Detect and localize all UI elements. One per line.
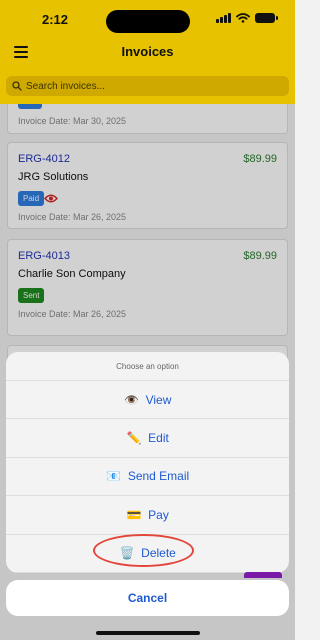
pay-button[interactable]: 💳 Pay	[6, 496, 289, 535]
view-button[interactable]: 👁️ View	[6, 381, 289, 420]
edit-label: Edit	[148, 431, 169, 446]
battery-icon	[255, 13, 278, 23]
send-email-button[interactable]: 📧 Send Email	[6, 458, 289, 497]
credit-card-icon: 💳	[126, 507, 142, 522]
wifi-icon	[236, 13, 250, 23]
page-title: Invoices	[121, 44, 174, 59]
search-bar[interactable]	[6, 76, 289, 96]
view-label: View	[145, 392, 172, 407]
nav-bar: Invoices	[0, 38, 295, 68]
search-input[interactable]	[26, 80, 276, 92]
pencil-icon: ✏️	[126, 431, 142, 446]
app-header: 2:12 Invoices	[0, 0, 295, 104]
edit-button[interactable]: ✏️ Edit	[6, 419, 289, 458]
send-email-label: Send Email	[127, 469, 190, 484]
floating-action-button[interactable]	[244, 572, 282, 578]
system-icons	[216, 13, 278, 23]
home-indicator	[96, 631, 200, 635]
action-sheet: Choose an option 👁️ View ✏️ Edit 📧 Send …	[6, 352, 289, 573]
status-bar: 2:12	[0, 0, 295, 40]
trash-icon: 🗑️	[119, 546, 135, 561]
status-time: 2:12	[42, 12, 69, 27]
eye-icon: 👁️	[124, 392, 140, 407]
action-sheet-title: Choose an option	[6, 352, 289, 381]
cancel-button[interactable]: Cancel	[6, 580, 289, 616]
search-icon	[12, 81, 22, 91]
delete-label: Delete	[141, 546, 176, 561]
email-icon: 📧	[106, 469, 122, 484]
signal-icon	[216, 13, 231, 23]
dynamic-island	[106, 10, 190, 33]
delete-button[interactable]: 🗑️ Delete	[6, 535, 289, 573]
pay-label: Pay	[148, 507, 169, 522]
